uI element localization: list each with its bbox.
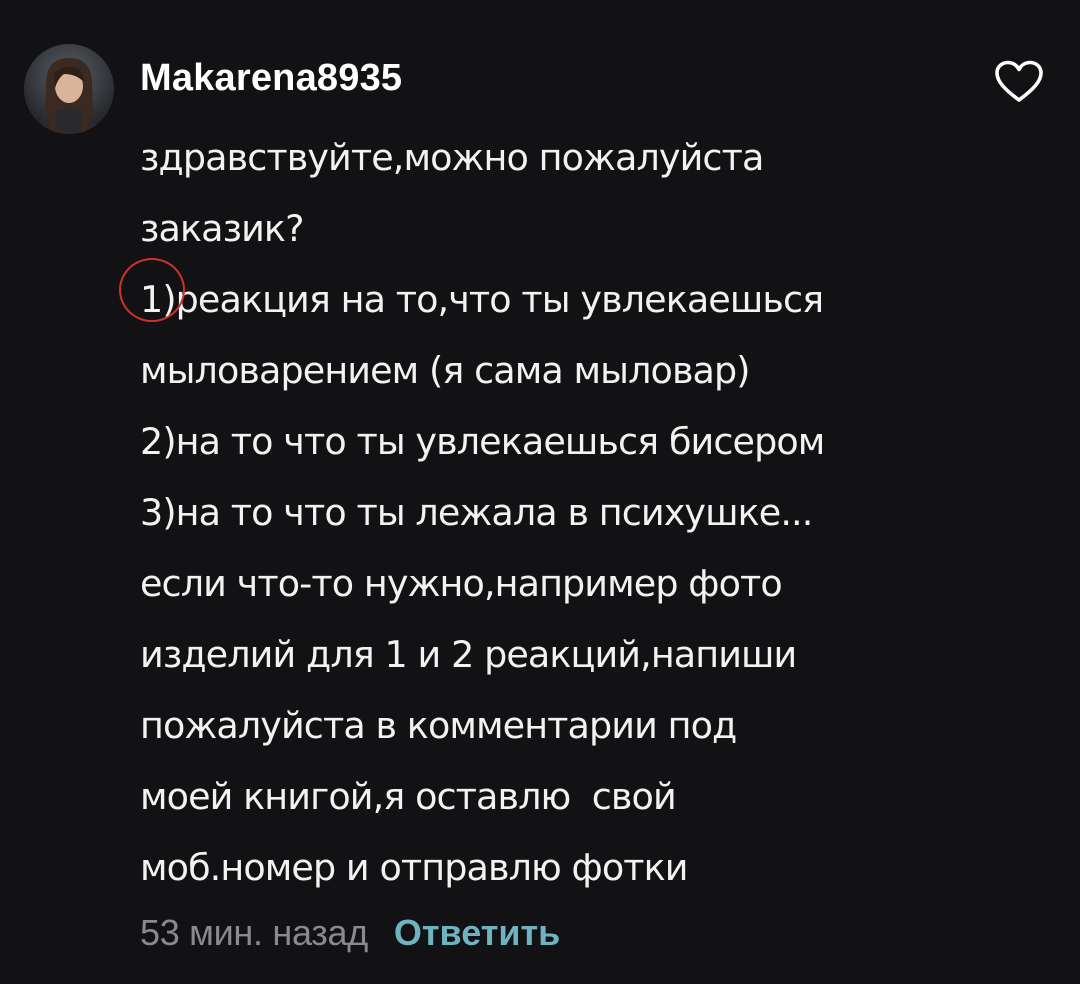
comment-line: изделий для 1 и 2 реакций,напиши <box>140 633 797 676</box>
username[interactable]: Makarena8935 <box>140 56 402 100</box>
comment-meta: 53 мин. назад Ответить <box>140 912 560 972</box>
comment-line: 1)реакция на то,что ты увлекаешься <box>140 278 824 321</box>
avatar[interactable] <box>24 44 114 134</box>
comment-line: моб.номер и отправлю фотки <box>140 846 688 889</box>
comment-line: здравствуйте,можно пожалуйста <box>140 136 764 179</box>
comment-line: 2)на то что ты увлекаешься бисером <box>140 420 825 463</box>
user-avatar-photo-icon <box>24 44 114 134</box>
comment-text: здравствуйте,можно пожалуйста заказик? 1… <box>140 122 1040 903</box>
heart-outline-icon[interactable] <box>994 60 1044 104</box>
comment-line: пожалуйста в комментарии под <box>140 704 737 747</box>
comment-line: 3)на то что ты лежала в психушке... <box>140 491 813 534</box>
timestamp: 53 мин. назад <box>140 912 368 953</box>
comment-item: Makarena8935 здравствуйте,можно пожалуйс… <box>0 0 1080 984</box>
comment-line: заказик? <box>140 207 304 250</box>
comment-line: моей книгой,я оставлю свой <box>140 775 677 818</box>
comment-line: мыловарением (я сама мыловар) <box>140 349 751 392</box>
reply-button[interactable]: Ответить <box>394 912 560 954</box>
comment-line: если что-то нужно,например фото <box>140 562 783 605</box>
